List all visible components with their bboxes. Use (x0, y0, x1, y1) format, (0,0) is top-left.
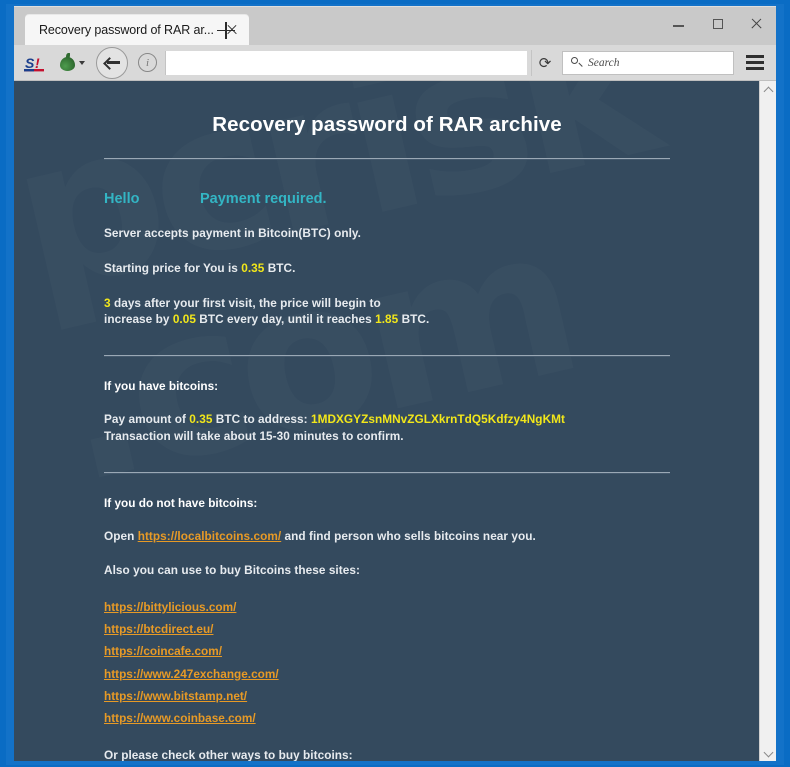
divider-no-bitcoins (104, 471, 670, 474)
onion-body-shape (60, 56, 75, 71)
back-arrow-icon (105, 56, 120, 69)
page-scrollbar[interactable] (759, 81, 776, 761)
divider-top (104, 158, 670, 160)
payment-required-label: Payment required. (200, 191, 327, 207)
greeting-hello: Hello (104, 191, 140, 207)
have-bitcoins-heading: If you have bitcoins: (104, 379, 219, 393)
s-addon-icon[interactable]: S ! (24, 52, 46, 74)
new-tab-button[interactable] (217, 21, 235, 39)
ransom-note-body: Recovery password of RAR archive Hello P… (104, 81, 670, 761)
price-escalation-block: 3 days after your first visit, the price… (104, 295, 670, 329)
page-viewport: pcrisk .com Recovery password of RAR arc… (14, 81, 776, 761)
chevron-up-icon (763, 86, 773, 96)
escalation-line2-prefix: increase by (104, 312, 173, 327)
menu-line (746, 55, 764, 58)
bitcoin-address-primary: 1MDXGYZsnMNvZGLXkrnTdQ5Kdfzy4NgKMt (310, 412, 565, 426)
scroll-up-arrow-icon[interactable] (760, 81, 776, 98)
starting-price-suffix: BTC. (264, 260, 296, 275)
menu-line (746, 67, 764, 70)
tab-title: Recovery password of RAR ar... (39, 23, 214, 37)
pay-amount: 0.35 (189, 412, 213, 426)
pay-mid: BTC to address: (212, 412, 311, 426)
starting-price-line: Starting price for You is 0.35 BTC. (104, 260, 670, 277)
no-bitcoins-heading: If you do not have bitcoins: (104, 495, 258, 510)
menu-line (746, 61, 764, 64)
chevron-down-icon (79, 60, 85, 65)
url-input[interactable] (165, 50, 527, 75)
reload-icon[interactable]: ⟳ (531, 49, 558, 76)
also-sites-line: Also you can use to buy Bitcoins these s… (104, 563, 360, 578)
exchange-link-list: https://bittylicious.com/ https://btcdir… (104, 596, 670, 729)
pay-instruction-block: Pay amount of 0.35 BTC to address: 1MDXG… (104, 411, 670, 445)
pay-prefix: Pay amount of (104, 412, 190, 426)
navigation-toolbar: S ! i ⟳ Search (14, 45, 776, 81)
browser-window: Recovery password of RAR ar... S ! i ⟳ S… (14, 6, 776, 761)
escalation-increment: 0.05 (172, 312, 196, 327)
link-localbitcoins[interactable]: https://localbitcoins.com/ (138, 529, 282, 543)
confirm-note: Transaction will take about 15-30 minute… (104, 428, 404, 443)
open-prefix: Open (104, 528, 138, 543)
window-controls (659, 7, 776, 40)
scroll-down-arrow-icon[interactable] (760, 745, 776, 761)
search-input[interactable]: Search (562, 50, 734, 75)
back-button[interactable] (96, 46, 128, 79)
accepted-currency-line: Server accepts payment in Bitcoin(BTC) o… (104, 226, 361, 240)
desktop-background: Recovery password of RAR ar... S ! i ⟳ S… (0, 0, 790, 767)
escalation-line2-suffix: BTC. (398, 312, 430, 327)
close-window-button[interactable] (737, 7, 776, 40)
link-exchange-site[interactable]: https://bittylicious.com/ (104, 599, 236, 615)
onion-addon-icon[interactable] (58, 52, 85, 73)
maximize-icon (712, 18, 723, 29)
other-ways-line: Or please check other ways to buy bitcoi… (104, 748, 353, 761)
close-icon (750, 17, 763, 30)
starting-price-amount: 0.35 (241, 260, 265, 275)
localbitcoins-line: Open https://localbitcoins.com/ and find… (104, 528, 670, 545)
escalation-line2-mid: BTC every day, until it reaches (195, 312, 376, 327)
browser-tab[interactable]: Recovery password of RAR ar... (25, 15, 249, 45)
link-exchange-site[interactable]: https://www.coinbase.com/ (104, 710, 256, 726)
open-suffix: and find person who sells bitcoins near … (281, 528, 536, 543)
starting-price-prefix: Starting price for You is (104, 260, 242, 275)
escalation-line1: days after your first visit, the price w… (110, 295, 381, 310)
chevron-down-icon (763, 747, 773, 757)
link-exchange-site[interactable]: https://coincafe.com/ (104, 643, 222, 659)
escalation-days: 3 (104, 295, 111, 310)
divider-have-bitcoins (104, 355, 670, 357)
page-title: Recovery password of RAR archive (212, 113, 562, 136)
maximize-button[interactable] (698, 7, 737, 40)
svg-text:!: ! (35, 55, 40, 71)
link-exchange-site[interactable]: https://www.bitstamp.net/ (104, 688, 247, 704)
link-exchange-site[interactable]: https://www.247exchange.com/ (104, 666, 279, 682)
tab-strip: Recovery password of RAR ar... (14, 6, 776, 45)
minimize-icon (673, 25, 684, 27)
link-exchange-site[interactable]: https://btcdirect.eu/ (104, 621, 213, 637)
page-info-icon[interactable]: i (138, 53, 157, 72)
scrollbar-thumb[interactable] (760, 98, 776, 718)
escalation-max: 1.85 (375, 312, 399, 327)
hamburger-menu-icon[interactable] (740, 50, 770, 76)
svg-text:S: S (25, 55, 35, 71)
search-icon (571, 57, 582, 68)
minimize-button[interactable] (659, 7, 698, 40)
search-placeholder: Search (588, 56, 620, 69)
greeting-row: Hello Payment required. (104, 191, 670, 207)
ransom-note-page: pcrisk .com Recovery password of RAR arc… (14, 81, 760, 761)
